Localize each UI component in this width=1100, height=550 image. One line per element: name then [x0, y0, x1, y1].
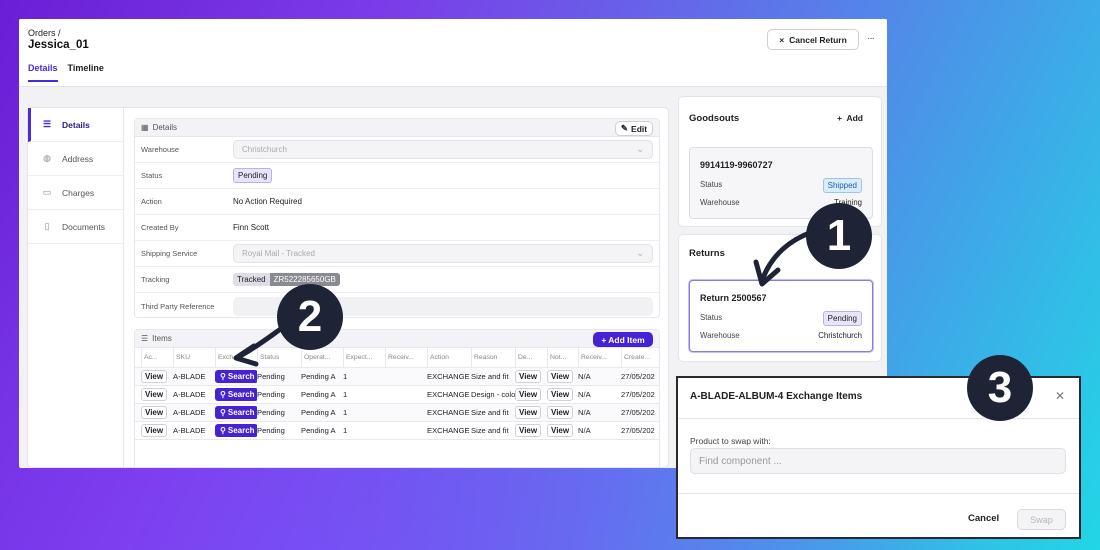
callout-2: 2 — [277, 284, 343, 350]
callout-3: 3 — [967, 355, 1033, 421]
close-icon[interactable]: ✕ — [1055, 389, 1065, 403]
arrow-1 — [760, 229, 815, 281]
divider — [678, 493, 1079, 494]
find-component-input[interactable] — [690, 448, 1066, 474]
modal-title: A-BLADE-ALBUM-4 Exchange Items — [690, 391, 863, 402]
swap-product-label: Product to swap with: — [690, 436, 771, 446]
divider — [678, 418, 1079, 419]
cancel-button[interactable]: Cancel — [968, 513, 999, 524]
callout-1: 1 — [806, 203, 872, 269]
swap-button[interactable]: Swap — [1017, 509, 1066, 530]
